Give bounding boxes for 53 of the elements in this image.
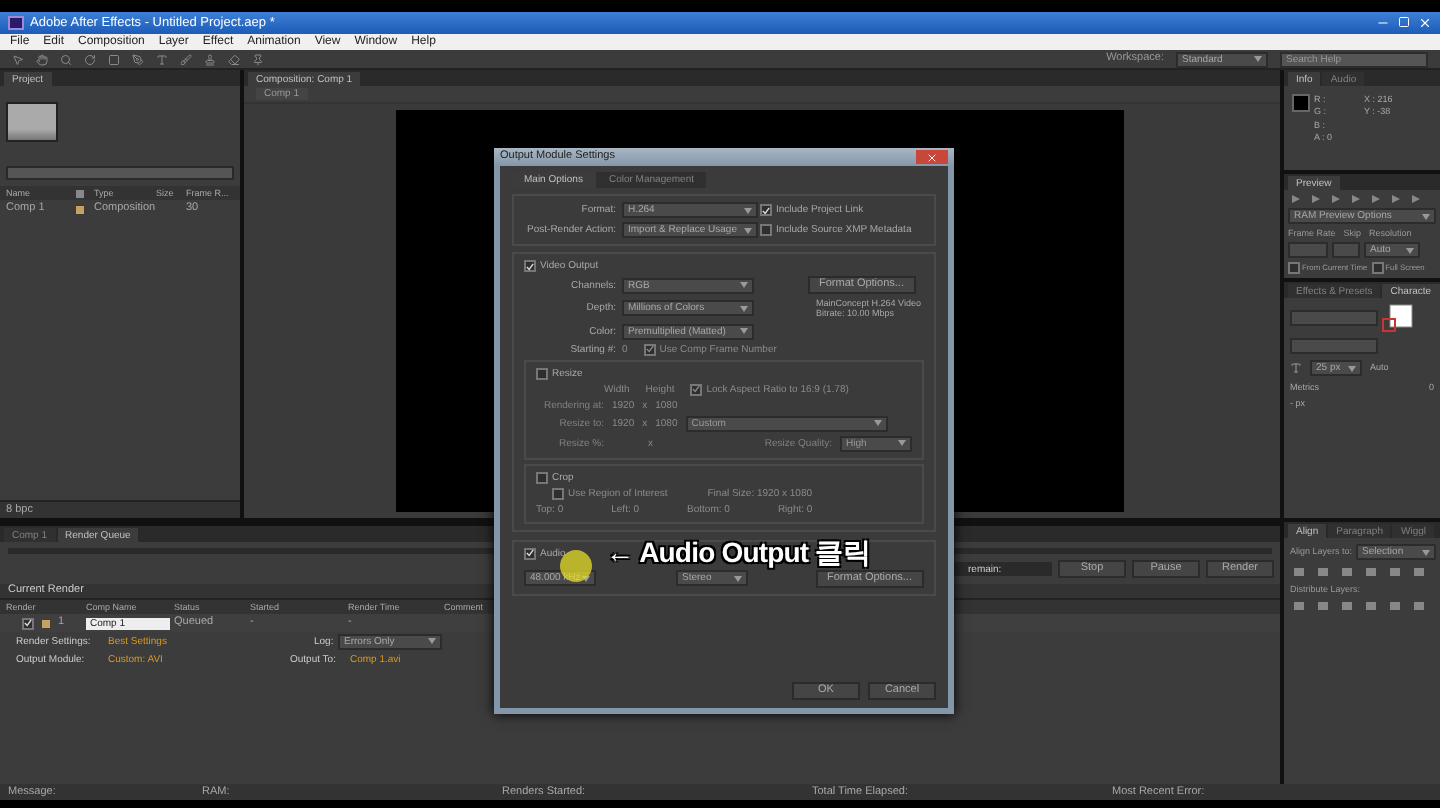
align-buttons-icon[interactable] — [1290, 566, 1430, 578]
annotation-text: ← Audio Output 클릭 — [606, 536, 870, 570]
caret-icon — [1422, 549, 1431, 555]
caret-icon — [744, 227, 752, 233]
stamp-icon[interactable] — [204, 53, 216, 65]
selection-arrow-icon[interactable] — [12, 53, 24, 65]
font-size-icon — [1290, 362, 1302, 374]
caret-icon — [898, 440, 906, 447]
caret-icon — [740, 305, 748, 312]
caret-icon — [1422, 213, 1430, 219]
caret-icon — [1348, 365, 1356, 371]
hand-icon[interactable] — [36, 53, 48, 65]
eraser-icon[interactable] — [228, 53, 240, 65]
checkbox[interactable] — [524, 547, 536, 560]
close-button[interactable] — [916, 150, 948, 164]
close-icon — [926, 151, 938, 163]
search-field[interactable] — [6, 166, 234, 180]
pin-icon[interactable] — [252, 53, 264, 65]
text-tool-icon[interactable] — [156, 53, 168, 65]
caret-icon — [740, 328, 748, 335]
label-color-icon — [42, 619, 50, 628]
checkbox[interactable] — [760, 204, 772, 216]
app-logo-icon — [8, 16, 24, 30]
caret-icon — [744, 207, 752, 213]
checkbox[interactable] — [536, 367, 548, 380]
skip-field[interactable] — [1332, 242, 1360, 259]
caret-icon — [428, 638, 436, 645]
checkbox[interactable] — [524, 260, 536, 272]
close-icon[interactable] — [1418, 16, 1432, 30]
checkbox[interactable] — [1371, 262, 1384, 275]
brush-icon[interactable] — [180, 53, 192, 65]
checkbox[interactable] — [552, 487, 564, 500]
thumbnail-preview — [6, 102, 58, 142]
checkbox[interactable] — [760, 224, 772, 236]
checkbox[interactable] — [1288, 262, 1300, 275]
caret-icon — [1406, 247, 1414, 254]
caret-icon — [740, 282, 748, 288]
color-swatch — [1292, 94, 1310, 112]
frame-rate-field[interactable] — [1288, 242, 1328, 259]
rotate-icon[interactable] — [84, 53, 96, 65]
minimize-icon[interactable] — [1376, 16, 1390, 30]
checkbox[interactable] — [690, 383, 703, 396]
distribute-buttons-icon[interactable] — [1290, 600, 1430, 613]
maximize-icon[interactable] — [1398, 16, 1410, 28]
pen-icon[interactable] — [132, 53, 144, 65]
zoom-icon[interactable] — [60, 53, 72, 65]
fill-stroke-swatch-icon[interactable] — [1382, 304, 1414, 332]
rectangle-icon[interactable] — [108, 53, 120, 65]
caret-icon — [1254, 56, 1262, 62]
checkbox[interactable] — [643, 343, 656, 356]
checkbox[interactable] — [536, 471, 548, 484]
checkbox[interactable] — [22, 617, 34, 630]
caret-icon — [873, 420, 882, 427]
